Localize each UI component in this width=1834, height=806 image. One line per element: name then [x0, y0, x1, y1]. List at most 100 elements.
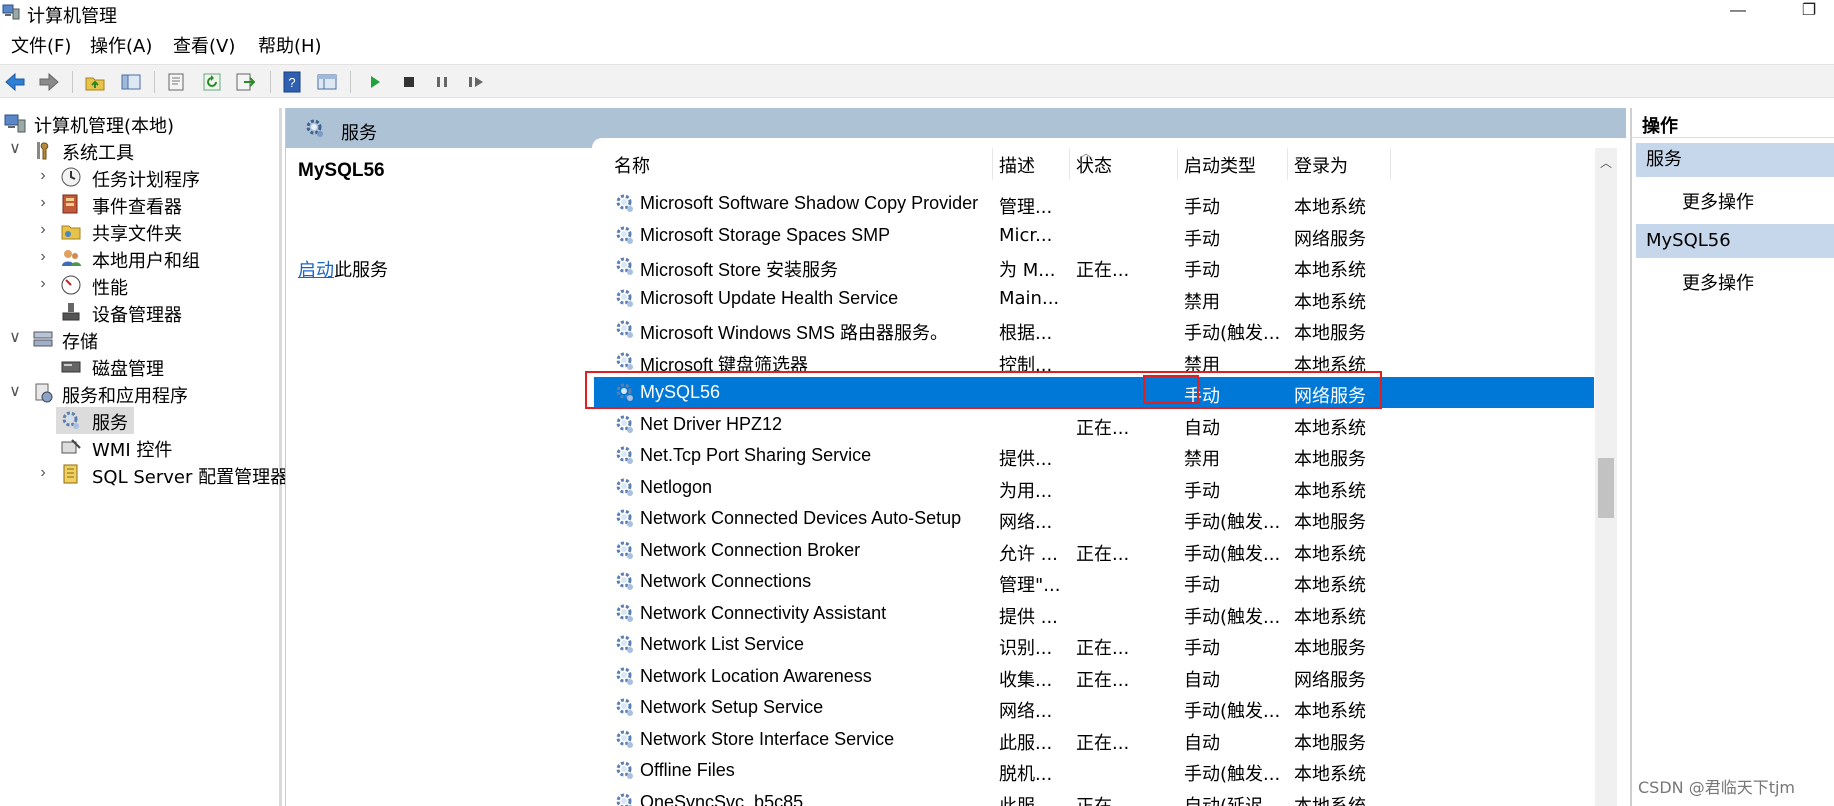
expand-arrow-icon[interactable]: ›: [36, 220, 50, 240]
collapse-arrow-icon[interactable]: ∨: [8, 139, 22, 159]
actions-section-services[interactable]: 服务: [1636, 143, 1834, 177]
resume-icon: [469, 77, 483, 87]
services-gear-icon: [62, 411, 79, 429]
cell-startup: 自动: [1184, 417, 1220, 439]
menu-view[interactable]: 查看(V): [173, 32, 235, 58]
export-list-button[interactable]: [233, 69, 259, 95]
column-divider[interactable]: [992, 148, 993, 180]
table-row[interactable]: Microsoft Software Shadow Copy Provider 管…: [594, 188, 1594, 219]
tree-item-event-viewer[interactable]: › 事件查看器: [0, 191, 282, 218]
show-hide-tree-button[interactable]: [118, 69, 144, 95]
service-gear-icon: [616, 509, 633, 527]
column-divider[interactable]: [1177, 148, 1178, 180]
tree-item-shared-folders[interactable]: › 共享文件夹: [0, 218, 282, 245]
tree-item-local-users[interactable]: › 本地用户和组: [0, 245, 282, 272]
view-pane-icon: [317, 74, 337, 90]
table-row[interactable]: Network Setup Service 网络... 手动(触发... 本地系统: [594, 692, 1594, 723]
view-button[interactable]: [314, 69, 340, 95]
table-row[interactable]: Microsoft 键盘筛选器 控制... 禁用 本地系统: [594, 346, 1594, 377]
table-row[interactable]: Offline Files 脱机... 手动(触发... 本地系统: [594, 755, 1594, 786]
table-row[interactable]: Net Driver HPZ12 正在... 自动 本地系统: [594, 409, 1594, 440]
tree-item-wmi[interactable]: WMI 控件: [0, 434, 282, 461]
tree-item-computer-management[interactable]: 计算机管理(本地): [0, 110, 282, 137]
table-row[interactable]: Microsoft Update Health Service Main... 禁用…: [594, 283, 1594, 314]
refresh-icon: [203, 73, 221, 91]
table-row[interactable]: Network Connections 管理"... 手动 本地系统: [594, 566, 1594, 597]
cell-startup: 手动: [1184, 197, 1220, 218]
tree-item-services[interactable]: 服务: [56, 407, 134, 434]
cell-status: 正在...: [1076, 543, 1130, 565]
cell-name: Net Driver HPZ12: [640, 413, 783, 434]
tree-item-task-scheduler[interactable]: › 任务计划程序: [0, 164, 282, 191]
cell-logon: 本地系统: [1294, 417, 1366, 439]
table-row[interactable]: Network List Service 识别... 正在... 手动 本地服务: [594, 629, 1594, 660]
table-row[interactable]: Netlogon 为用... 手动 本地系统: [594, 472, 1594, 503]
properties-button[interactable]: [163, 69, 189, 95]
column-header-name[interactable]: 名称: [614, 152, 650, 178]
tree-item-storage[interactable]: ∨ 存储: [0, 326, 282, 353]
menu-action[interactable]: 操作(A): [90, 32, 152, 58]
column-divider[interactable]: [1069, 148, 1070, 180]
cell-logon: 本地系统: [1294, 354, 1366, 376]
service-gear-icon: [616, 383, 633, 401]
tree-item-services-and-apps[interactable]: ∨ 服务和应用程序: [0, 380, 282, 407]
start-service-button[interactable]: [362, 69, 388, 95]
expand-arrow-icon[interactable]: ›: [36, 193, 50, 213]
scroll-up-arrow-icon[interactable]: ︿: [1595, 154, 1617, 170]
column-header-logon[interactable]: 登录为: [1294, 152, 1348, 178]
tree-item-disk-management[interactable]: 磁盘管理: [0, 353, 282, 380]
menu-file[interactable]: 文件(F): [11, 32, 71, 58]
expand-arrow-icon[interactable]: ›: [36, 247, 50, 267]
service-gear-icon: [616, 635, 633, 653]
expand-arrow-icon[interactable]: ›: [36, 274, 50, 294]
minimize-button[interactable]: —: [1718, 0, 1758, 24]
table-row[interactable]: Network Location Awareness 收集... 正在... 自动 网络…: [594, 661, 1594, 692]
cell-desc: 管理...: [999, 197, 1053, 218]
menu-help[interactable]: 帮助(H): [258, 32, 322, 58]
tree-item-system-tools[interactable]: ∨ 系统工具: [0, 137, 282, 164]
column-header-startup[interactable]: 启动类型: [1184, 152, 1256, 178]
service-gear-icon: [616, 604, 633, 622]
tree-item-sql-server-config[interactable]: › SQL Server 配置管理器: [0, 461, 288, 488]
expand-arrow-icon[interactable]: ›: [36, 463, 50, 483]
table-row[interactable]: Microsoft Windows SMS 路由器服务。 根据... 手动(触发..…: [594, 314, 1594, 345]
start-service-link[interactable]: 启动: [298, 260, 334, 281]
stop-service-button[interactable]: [396, 69, 422, 95]
pause-service-button[interactable]: [429, 69, 455, 95]
collapse-arrow-icon[interactable]: ∨: [8, 328, 22, 348]
column-divider[interactable]: [1287, 148, 1288, 180]
table-row[interactable]: Microsoft Storage Spaces SMP Micr... 手动 网络服…: [594, 220, 1594, 251]
actions-section-mysql56[interactable]: MySQL56: [1636, 224, 1834, 258]
table-row[interactable]: OneSyncSvc_b5c85 此服... 正在... 自动(延迟... 本地系统: [594, 787, 1594, 806]
table-row[interactable]: MySQL56 手动 网络服务: [594, 377, 1594, 408]
restore-button[interactable]: ❐: [1789, 0, 1829, 24]
table-row[interactable]: Microsoft Store 安装服务 为 M... 正在... 手动 本地系统: [594, 251, 1594, 282]
table-row[interactable]: Network Connected Devices Auto-Setup 网络..…: [594, 503, 1594, 534]
refresh-button[interactable]: [199, 69, 225, 95]
back-button[interactable]: [2, 69, 28, 95]
table-row[interactable]: Net.Tcp Port Sharing Service 提供... 禁用 本地服务: [594, 440, 1594, 471]
collapse-arrow-icon[interactable]: ∨: [8, 382, 22, 402]
table-row[interactable]: Network Store Interface Service 此服... 正在..…: [594, 724, 1594, 755]
cell-name: Net.Tcp Port Sharing Service: [640, 445, 872, 465]
service-gear-icon: [616, 541, 633, 559]
event-viewer-icon: [62, 194, 78, 214]
help-button[interactable]: ?: [279, 69, 305, 95]
expand-arrow-icon[interactable]: ›: [36, 166, 50, 186]
table-row[interactable]: Network Connectivity Assistant 提供 ... 手动(触…: [594, 598, 1594, 629]
up-folder-button[interactable]: [82, 69, 108, 95]
column-divider[interactable]: [1390, 148, 1391, 180]
forward-button[interactable]: [36, 69, 62, 95]
tree-item-device-manager[interactable]: 设备管理器: [0, 299, 282, 326]
scrollbar-thumb[interactable]: [1598, 458, 1614, 518]
cell-name: MySQL56: [640, 382, 721, 402]
vertical-scrollbar[interactable]: ︿: [1595, 148, 1617, 806]
column-header-status[interactable]: 状态: [1076, 152, 1112, 178]
resume-service-button[interactable]: [463, 69, 489, 95]
tree-item-performance[interactable]: › 性能: [0, 272, 282, 299]
more-actions-mysql56[interactable]: 更多操作: [1682, 269, 1754, 295]
more-actions-services[interactable]: 更多操作: [1682, 188, 1754, 214]
table-row[interactable]: Network Connection Broker 允许 ... 正在... 手动(触…: [594, 535, 1594, 566]
column-header-desc[interactable]: 描述: [999, 152, 1035, 178]
cell-startup: 手动: [1184, 386, 1220, 407]
